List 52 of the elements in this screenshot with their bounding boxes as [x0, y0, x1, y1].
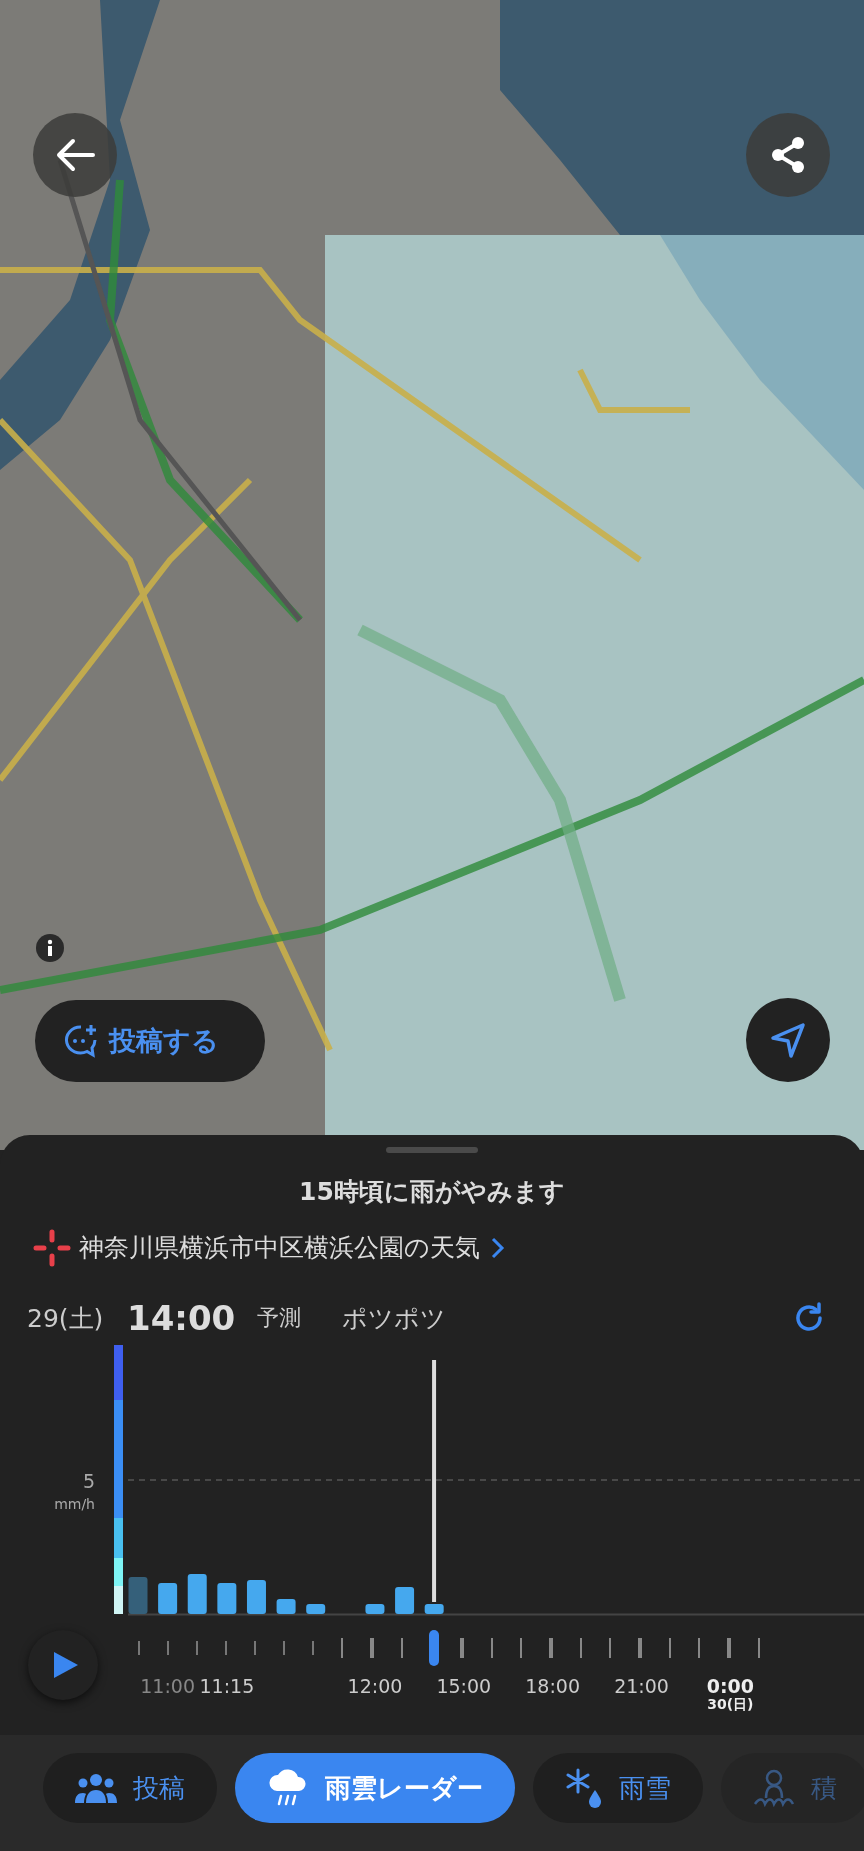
- tick-mark: [637, 1638, 642, 1658]
- tick-mark: [401, 1638, 404, 1658]
- timeline-slider[interactable]: 11:00 11:15 12:00 15:00 18:00 21:00 0:00 30(日): [138, 1630, 760, 1730]
- post-button[interactable]: 投稿する: [35, 1000, 265, 1082]
- axis-value: 5: [82, 1470, 95, 1492]
- slider-thumb[interactable]: [429, 1630, 440, 1666]
- tick-mark: [490, 1638, 493, 1658]
- tick-mark: [225, 1641, 228, 1655]
- time-tick-label: 12:00: [347, 1675, 403, 1697]
- tick-mark: [341, 1638, 344, 1658]
- info-icon[interactable]: [36, 934, 64, 962]
- snowflake-droplet-icon: [565, 1768, 603, 1808]
- speech-bubble-plus-icon: [63, 1023, 99, 1059]
- tick-mark: [608, 1638, 611, 1658]
- location-link[interactable]: 神奈川県横浜市中区横浜公園の天気: [79, 1231, 480, 1265]
- tick-mark: [668, 1638, 671, 1658]
- axis-unit: mm/h: [54, 1496, 95, 1512]
- tick-mark: [196, 1641, 199, 1655]
- snowman-icon: [753, 1768, 795, 1808]
- time-tick-label: 11:00: [140, 1675, 195, 1697]
- tick-mark: [254, 1641, 257, 1655]
- tick-mark: [167, 1641, 170, 1655]
- tick-mark: [283, 1641, 286, 1655]
- forecast-label: 予測: [257, 1304, 302, 1332]
- tick-mark: [138, 1641, 140, 1655]
- time-tick-label: 18:00: [525, 1675, 581, 1697]
- forecast-headline: 15時頃に雨がやみます: [298, 1176, 566, 1208]
- tick-mark: [459, 1638, 464, 1658]
- time-tick-label: 11:15: [199, 1675, 255, 1697]
- time-label: 14:00: [127, 1298, 237, 1338]
- tick-mark: [758, 1638, 760, 1658]
- back-arrow-icon: [55, 138, 95, 172]
- people-icon: [75, 1772, 117, 1804]
- tick-mark: [312, 1641, 315, 1655]
- crosshair-icon: [33, 1229, 71, 1267]
- tick-mark: [697, 1638, 700, 1658]
- tab[interactable]: 雨雲レーダー: [235, 1753, 515, 1823]
- time-tick-label: 0:00 30(日): [706, 1675, 754, 1712]
- play-icon: [52, 1650, 80, 1680]
- time-tick-label: 21:00: [614, 1675, 669, 1697]
- tick-mark: [726, 1638, 731, 1658]
- time-tick-label: 15:00: [436, 1675, 492, 1697]
- tick-mark: [370, 1638, 375, 1658]
- tab[interactable]: 雨雪: [533, 1753, 703, 1823]
- tick-mark: [519, 1638, 522, 1658]
- tab[interactable]: 投稿: [43, 1753, 217, 1823]
- drag-handle[interactable]: [386, 1147, 478, 1153]
- rain-intensity-label: ポツポツ: [342, 1302, 446, 1335]
- date-label: 29(土): [27, 1302, 105, 1335]
- navigation-arrow-icon: [768, 1020, 808, 1060]
- tick-mark: [579, 1638, 582, 1658]
- tick-mark: [548, 1638, 553, 1658]
